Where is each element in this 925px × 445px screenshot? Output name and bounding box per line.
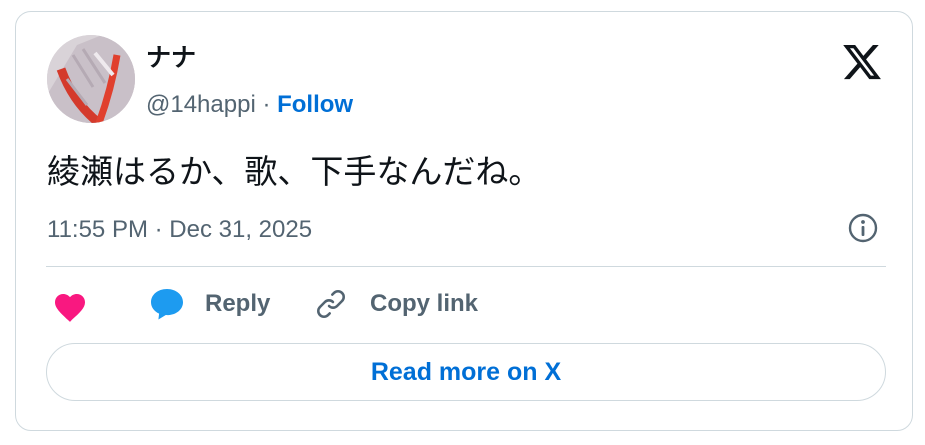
reply-button[interactable]: Reply [149, 284, 270, 324]
tweet-text: 綾瀬はるか、歌、下手なんだね。 [47, 153, 542, 190]
tweet-card: ナナ @14happi · Follow 綾瀬はるか、歌、下手なんだね。 11:… [15, 11, 913, 431]
avatar[interactable] [47, 35, 135, 123]
x-logo-icon[interactable] [841, 41, 883, 83]
reply-label: Reply [205, 290, 271, 317]
divider [46, 266, 886, 267]
separator-dot: · [255, 91, 278, 118]
timestamp-link[interactable]: 11:55 PM · Dec 31, 2025 [47, 215, 312, 245]
copy-link-label: Copy link [370, 290, 479, 317]
speech-bubble-icon [151, 289, 183, 320]
user-avatar-photo [47, 35, 135, 123]
info-icon[interactable] [847, 212, 879, 244]
heart-icon[interactable] [52, 289, 88, 323]
read-more-label: Read more on X [370, 358, 562, 386]
link-icon [317, 290, 345, 318]
read-more-button[interactable]: Read more on X [46, 343, 886, 401]
follow-link[interactable]: Follow [277, 91, 353, 118]
handle-row: @14happi · Follow [146, 90, 353, 120]
display-name[interactable]: ナナ [146, 43, 196, 73]
user-handle[interactable]: @14happi [146, 91, 256, 118]
copy-link-button[interactable]: Copy link [314, 284, 478, 324]
